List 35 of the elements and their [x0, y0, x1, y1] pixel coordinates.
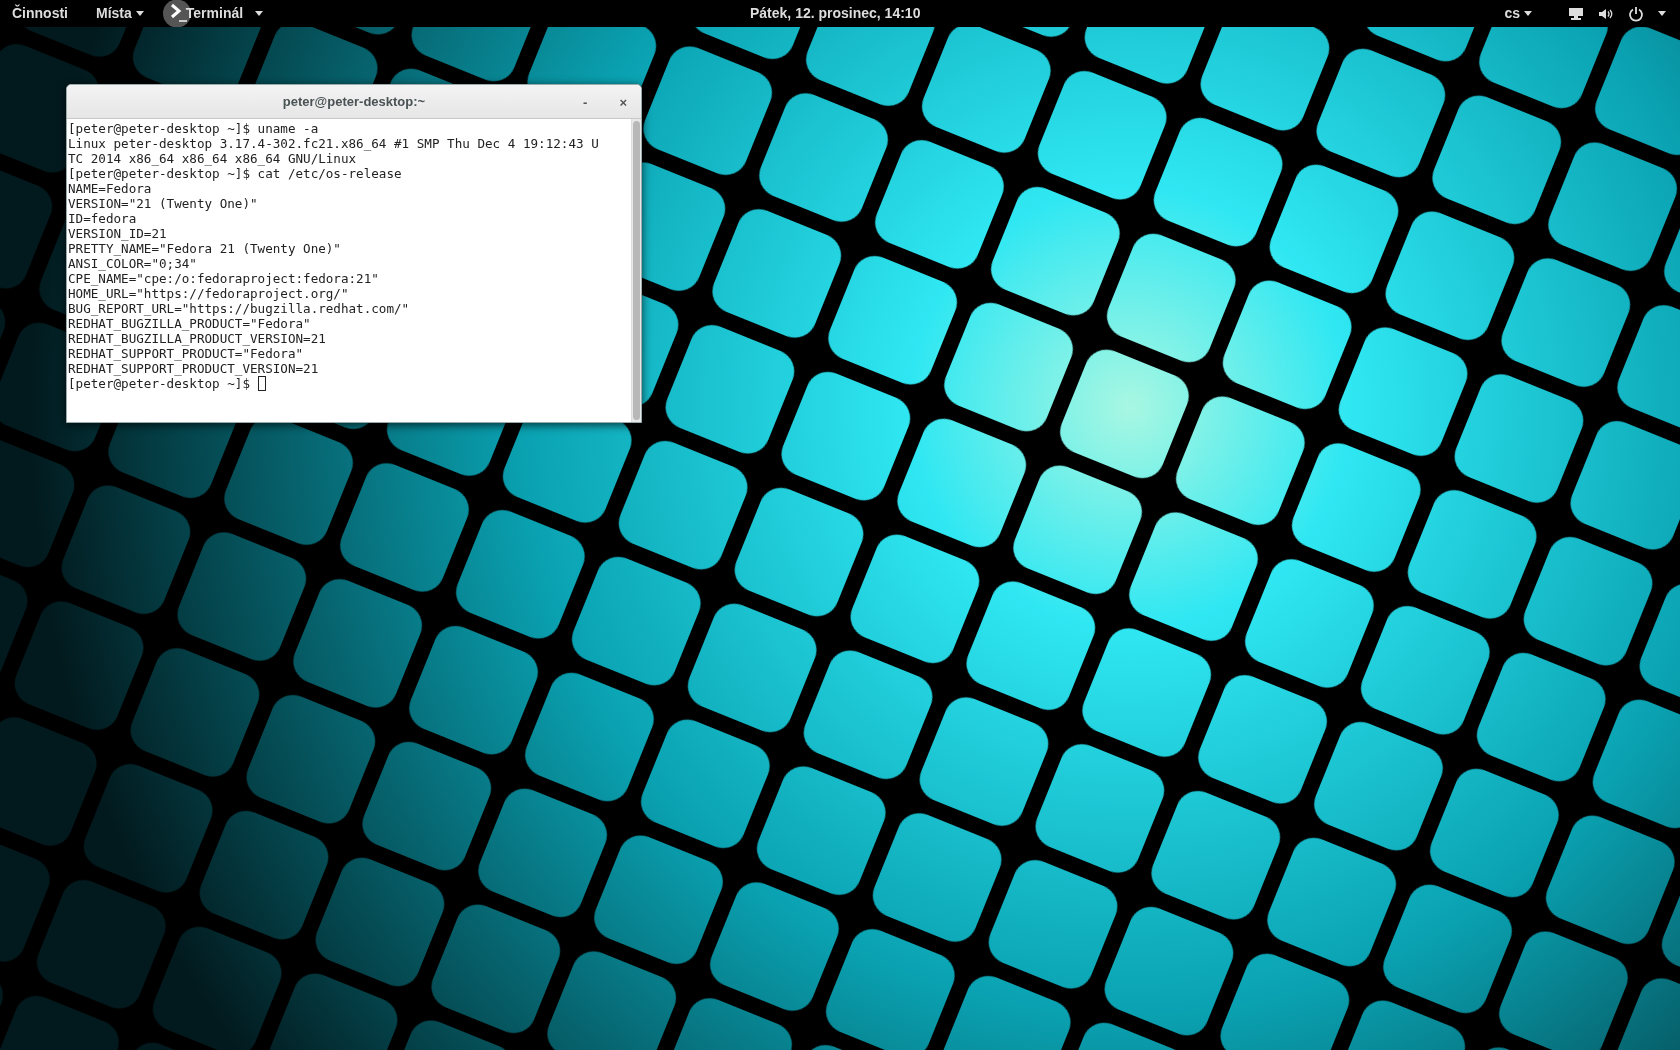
- terminal-line: REDHAT_BUGZILLA_PRODUCT="Fedora": [68, 316, 311, 331]
- terminal-line: REDHAT_SUPPORT_PRODUCT="Fedora": [68, 346, 304, 361]
- minimize-button[interactable]: -: [579, 95, 592, 109]
- caret-icon: [255, 11, 264, 16]
- terminal-line: PRETTY_NAME="Fedora 21 (Twenty One)": [68, 241, 341, 256]
- terminal-line: Linux peter-desktop 3.17.4-302.fc21.x86_64 #1 SMP Thu Dec 4 19:12:43 U: [68, 136, 599, 151]
- caret-icon: [135, 11, 144, 16]
- keyboard-layout-menu[interactable]: cs: [1504, 0, 1532, 27]
- scrollbar[interactable]: [631, 119, 641, 422]
- close-button[interactable]: ×: [615, 95, 631, 109]
- network-icon[interactable]: [1568, 6, 1584, 21]
- power-icon[interactable]: [1628, 5, 1644, 22]
- places-menu[interactable]: Místa: [96, 0, 144, 27]
- terminal-line: NAME=Fedora: [68, 181, 152, 196]
- app-menu[interactable]: Terminál: [161, 0, 264, 27]
- terminal-line: TC 2014 x86_64 x86_64 x86_64 GNU/Linux: [68, 151, 357, 166]
- volume-icon[interactable]: [1598, 6, 1614, 21]
- terminal-line: VERSION="21 (Twenty One)": [68, 196, 258, 211]
- terminal-line: HOME_URL="https://fedoraproject.org/": [68, 286, 349, 301]
- caret-icon[interactable]: [1658, 11, 1666, 16]
- clock[interactable]: Pátek, 12. prosinec, 14:10: [750, 0, 921, 27]
- caret-icon: [1524, 11, 1532, 16]
- text-cursor: [257, 376, 266, 391]
- activities-button[interactable]: Činnosti: [12, 0, 68, 27]
- terminal-line: ANSI_COLOR="0;34": [68, 256, 197, 271]
- terminal-line: CPE_NAME="cpe:/o:fedoraproject:fedora:21": [68, 271, 379, 286]
- terminal-line: [peter@peter-desktop ~]$: [68, 376, 251, 391]
- terminal-line: [peter@peter-desktop ~]$ uname -a: [68, 121, 319, 136]
- terminal-line: ID=fedora: [68, 211, 137, 226]
- terminal-line: REDHAT_BUGZILLA_PRODUCT_VERSION=21: [68, 331, 326, 346]
- terminal-line: VERSION_ID=21: [68, 226, 167, 241]
- window-title: peter@peter-desktop:~: [282, 92, 426, 111]
- terminal-line: BUG_REPORT_URL="https://bugzilla.redhat.com/": [68, 301, 410, 316]
- terminal-line: [peter@peter-desktop ~]$ cat /etc/os-release: [68, 166, 402, 181]
- terminal-line: REDHAT_SUPPORT_PRODUCT_VERSION=21: [68, 361, 319, 376]
